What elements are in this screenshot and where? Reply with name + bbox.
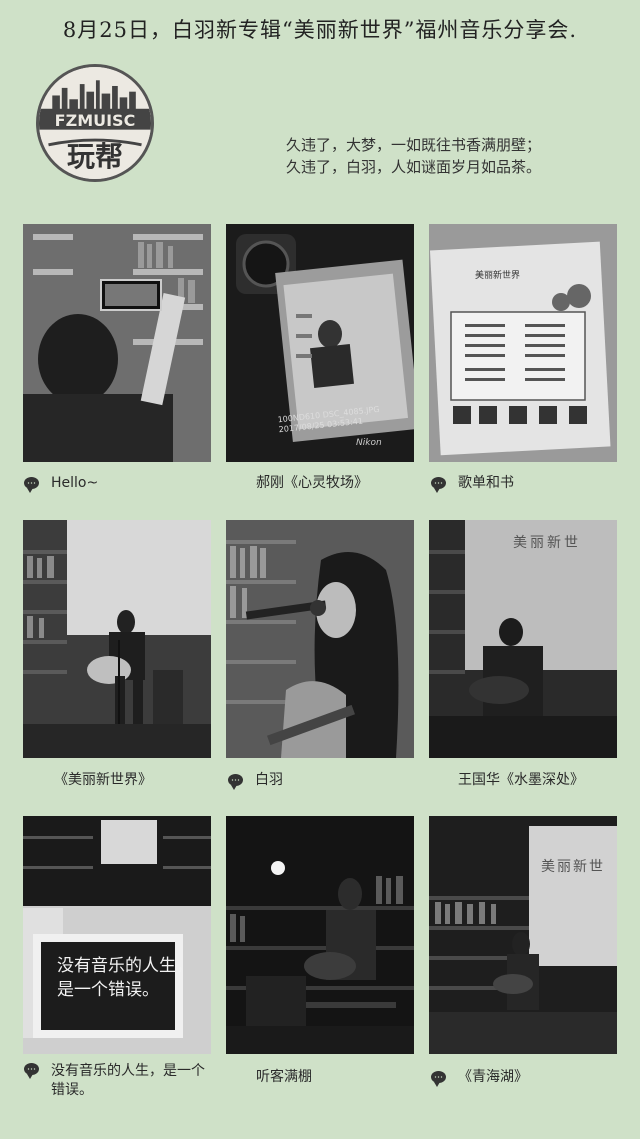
performance-screen-graphic xyxy=(429,816,617,1054)
photo-stage-guitarist[interactable] xyxy=(23,520,211,758)
photo-camera-screen[interactable]: 100ND610 DSC_4085.JPG 2017/08/25 03:53:4… xyxy=(226,224,414,462)
intro-line-2: 久违了，白羽，人如谜面岁月如品茶。 xyxy=(286,158,542,176)
chalkboard-text: 没有音乐的人生， 是一个错误。 xyxy=(57,956,193,1000)
caption-2: 郝刚《心灵牧场》 xyxy=(256,475,368,491)
page-title: 8月25日，白羽新专辑“美丽新世界”福州音乐分享会. xyxy=(62,18,578,42)
fzmusic-logo: FZMUISC 玩帮 xyxy=(36,64,154,182)
photo-chalkboard-sign[interactable]: 没有音乐的人生， 是一个错误。 xyxy=(23,816,211,1054)
camera-brand-label: Nikon xyxy=(356,438,382,448)
logo-brand-text: FZMUISC xyxy=(54,111,136,130)
photo-audience[interactable] xyxy=(226,816,414,1054)
caption-3: 歌单和书 xyxy=(431,474,514,493)
setlist-header: 美丽新世界 xyxy=(475,271,521,281)
caption-1: Hello~ xyxy=(24,474,98,493)
chalkboard-photo-graphic xyxy=(23,816,211,1054)
intro-line-1: 久违了，大梦，一如既往书香满朋壁； xyxy=(286,136,542,154)
caption-4: 《美丽新世界》 xyxy=(54,772,152,788)
logo-brand-cn: 玩帮 xyxy=(66,140,123,173)
performer-screen-graphic xyxy=(429,520,617,758)
chat-icon xyxy=(228,774,243,790)
photo-qinghai-lake[interactable]: 美丽新世 xyxy=(429,816,617,1054)
caption-7: 没有音乐的人生，是一个错误。 xyxy=(24,1062,214,1100)
intro-text: 久违了，大梦，一如既往书香满朋壁； 久违了，白羽，人如谜面岁月如品茶。 xyxy=(286,134,541,178)
caption-5: 白羽 xyxy=(228,771,283,790)
caption-9: 《青海湖》 xyxy=(431,1068,528,1087)
setlist-photo-graphic xyxy=(429,224,617,462)
audience-photo-graphic xyxy=(226,816,414,1054)
chat-icon xyxy=(431,1071,446,1087)
photo-baiyu[interactable] xyxy=(226,520,414,758)
caption-6: 王国华《水墨深处》 xyxy=(458,772,584,788)
caption-8: 听客满棚 xyxy=(256,1069,312,1085)
bookshelf-photo-graphic xyxy=(23,224,211,462)
photo-hello[interactable] xyxy=(23,224,211,462)
photo-setlist[interactable]: 美丽新世界 xyxy=(429,224,617,462)
chat-icon xyxy=(24,477,39,493)
singer-closeup-graphic xyxy=(226,520,414,758)
chat-icon xyxy=(431,477,446,493)
chat-icon xyxy=(24,1063,39,1079)
screen-banner-text: 美丽新世 xyxy=(541,859,605,875)
photo-wangguohua[interactable]: 美丽新世 xyxy=(429,520,617,758)
stage-photo-graphic xyxy=(23,520,211,758)
screen-banner-text: 美丽新世 xyxy=(513,535,581,551)
